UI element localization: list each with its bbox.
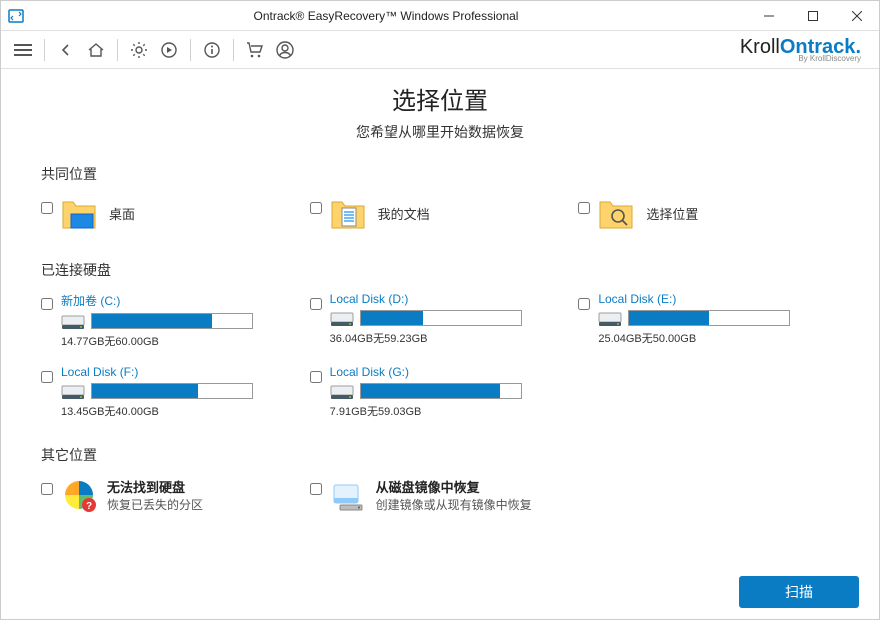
drive-name: Local Disk (D:) [330,292,571,306]
main-content: 选择位置 您希望从哪里开始数据恢复 共同位置 桌面 我的文档 选择位置 已连接硬… [1,69,879,561]
common-locations-grid: 桌面 我的文档 选择位置 [41,196,839,234]
toolbar-separator [190,39,191,61]
other-missing-title: 无法找到硬盘 [107,477,302,496]
drive-usage-bar [360,383,522,399]
svg-text:?: ? [86,501,92,512]
brand-part1: Kroll [740,36,780,58]
other-grid: ? 无法找到硬盘 恢复已丢失的分区 从磁盘镜像中恢复 创建镜像或从现有镜像中恢复 [41,477,839,513]
desktop-folder-icon [61,196,99,234]
drive-stats: 36.04GB无59.23GB [330,330,571,346]
location-desktop-checkbox[interactable] [41,202,53,214]
location-choose-label: 选择位置 [646,204,698,223]
location-documents-checkbox[interactable] [310,202,322,214]
other-missing-disk[interactable]: ? 无法找到硬盘 恢复已丢失的分区 [41,477,302,513]
drive-name: Local Disk (G:) [330,365,571,379]
drive-usage-bar [628,310,790,326]
drive-item[interactable]: Local Disk (D:) 36.04GB无59.23GB [310,292,571,349]
drive-checkbox[interactable] [310,371,322,383]
drive-stats: 7.91GB无59.03GB [330,403,571,419]
minimize-button[interactable] [747,1,791,31]
scan-button[interactable]: 扫描 [739,576,859,608]
section-drives-title: 已连接硬盘 [41,260,839,280]
toolbar-separator [233,39,234,61]
hard-drive-icon [61,381,85,401]
drive-name: 新加卷 (C:) [61,292,302,309]
documents-folder-icon [330,196,368,234]
drive-checkbox[interactable] [578,298,590,310]
hard-drive-icon [61,311,85,331]
other-image-checkbox[interactable] [310,483,322,495]
hard-drive-icon [330,381,354,401]
settings-button[interactable] [125,36,153,64]
location-documents[interactable]: 我的文档 [310,196,571,234]
drive-item[interactable]: 新加卷 (C:) 14.77GB无60.00GB [41,292,302,349]
drive-name: Local Disk (F:) [61,365,302,379]
other-image-title: 从磁盘镜像中恢复 [376,477,571,496]
location-choose-checkbox[interactable] [578,202,590,214]
drive-stats: 14.77GB无60.00GB [61,333,302,349]
maximize-button[interactable] [791,1,835,31]
drive-stats: 25.04GB无50.00GB [598,330,839,346]
menu-button[interactable] [9,36,37,64]
other-missing-sub: 恢复已丢失的分区 [107,496,302,513]
cart-button[interactable] [241,36,269,64]
drive-item[interactable]: Local Disk (F:) 13.45GB无40.00GB [41,365,302,419]
toolbar: KrollOntrack. By KrollDiscovery [1,31,879,69]
info-button[interactable] [198,36,226,64]
missing-disk-icon: ? [61,477,97,513]
drive-item[interactable]: Local Disk (E:) 25.04GB无50.00GB [578,292,839,349]
drive-name: Local Disk (E:) [598,292,839,306]
drive-checkbox[interactable] [41,371,53,383]
toolbar-separator [44,39,45,61]
account-button[interactable] [271,36,299,64]
back-button[interactable] [52,36,80,64]
disk-image-icon [330,477,366,513]
app-icon [7,7,25,25]
drive-usage-bar [91,313,253,329]
location-desktop[interactable]: 桌面 [41,196,302,234]
section-other-title: 其它位置 [41,445,839,465]
window-controls [747,1,879,31]
drive-item[interactable]: Local Disk (G:) 7.91GB无59.03GB [310,365,571,419]
toolbar-separator [117,39,118,61]
other-image-sub: 创建镜像或从现有镜像中恢复 [376,496,571,513]
titlebar: Ontrack® EasyRecovery™ Windows Professio… [1,1,879,31]
brand-logo: KrollOntrack. By KrollDiscovery [740,37,871,63]
other-disk-image[interactable]: 从磁盘镜像中恢复 创建镜像或从现有镜像中恢复 [310,477,571,513]
drive-checkbox[interactable] [41,298,53,310]
page-title: 选择位置 [41,81,839,116]
home-button[interactable] [82,36,110,64]
location-documents-label: 我的文档 [378,204,430,223]
footer: 扫描 [1,561,879,621]
hard-drive-icon [330,308,354,328]
location-choose[interactable]: 选择位置 [578,196,839,234]
location-desktop-label: 桌面 [109,204,135,223]
drive-stats: 13.45GB无40.00GB [61,403,302,419]
close-button[interactable] [835,1,879,31]
resume-recovery-button[interactable] [155,36,183,64]
section-common-title: 共同位置 [41,164,839,184]
drives-grid: 新加卷 (C:) 14.77GB无60.00GB Local Disk (D:) [41,292,839,419]
drive-checkbox[interactable] [310,298,322,310]
page-subtitle: 您希望从哪里开始数据恢复 [41,122,839,142]
hard-drive-icon [598,308,622,328]
drive-usage-bar [91,383,253,399]
drive-usage-bar [360,310,522,326]
choose-folder-icon [598,196,636,234]
other-missing-checkbox[interactable] [41,483,53,495]
window-title: Ontrack® EasyRecovery™ Windows Professio… [25,9,747,23]
